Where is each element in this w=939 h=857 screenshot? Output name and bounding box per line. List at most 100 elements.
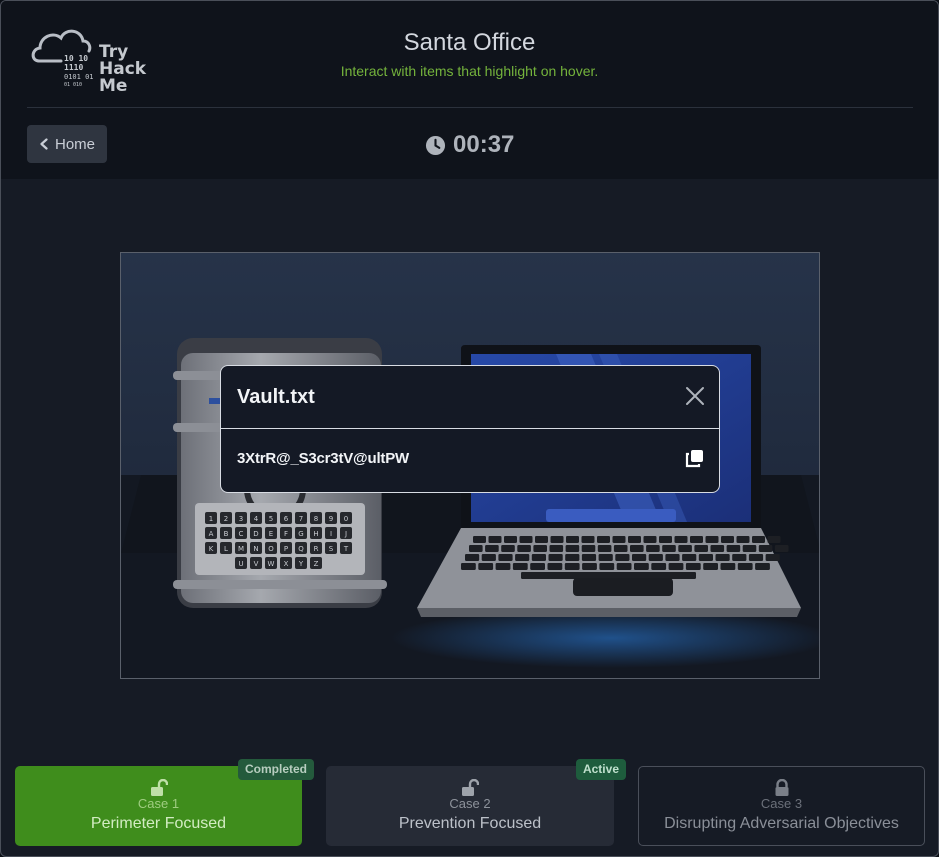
keypad-key-label: V	[254, 560, 259, 568]
laptop-key	[678, 545, 692, 552]
page-subtitle: Interact with items that highlight on ho…	[340, 63, 599, 79]
laptop-key	[698, 554, 713, 561]
logo-binary-4: 01 010	[64, 82, 82, 88]
close-icon[interactable]	[683, 384, 707, 408]
keypad-key-label: Y	[298, 560, 304, 568]
laptop-key	[565, 545, 580, 552]
laptop-key	[566, 536, 579, 543]
dialog-divider	[221, 428, 719, 429]
laptop-spacebar	[521, 572, 696, 579]
laptop-key	[752, 536, 765, 543]
case-number: Case 3	[760, 796, 803, 811]
laptop-key	[748, 554, 764, 561]
case-number: Case 1	[137, 796, 180, 811]
keypad-key-label: Z	[314, 560, 319, 568]
laptop-key	[634, 563, 649, 570]
laptop-key	[732, 554, 747, 561]
case-badge-active: Active	[575, 759, 626, 780]
laptop-key	[478, 563, 494, 570]
laptop-key	[690, 536, 703, 543]
keypad-key-label: W	[268, 560, 275, 568]
laptop-key	[564, 563, 580, 570]
laptop-key	[742, 545, 757, 552]
laptop-key	[659, 536, 672, 543]
keypad-key-label: H	[313, 530, 318, 538]
laptop-key	[597, 545, 612, 552]
page-title: Santa Office	[403, 29, 536, 56]
keypad-key-label: S	[329, 545, 334, 553]
keypad-key-label: B	[224, 530, 229, 538]
laptop-key	[685, 563, 701, 570]
keypad-key-label: K	[209, 545, 214, 553]
laptop-key	[615, 554, 630, 561]
laptop-key	[498, 554, 513, 561]
copy-icon[interactable]	[685, 448, 705, 468]
laptop-key	[643, 536, 657, 543]
laptop-key	[515, 554, 530, 561]
laptop-key	[710, 545, 725, 552]
laptop-key	[682, 554, 697, 561]
keypad-key-label: C	[239, 530, 244, 538]
laptop-key	[517, 545, 531, 552]
laptop-key	[547, 563, 563, 570]
header-divider	[27, 107, 913, 108]
vault-password: 3XtrR@_S3cr3tV@ultPW	[237, 450, 409, 467]
laptop-key	[668, 563, 684, 570]
laptop-key	[767, 536, 781, 543]
laptop-key	[598, 554, 613, 561]
case-card-1[interactable]: Completed Case 1 Perimeter Focused	[15, 759, 314, 846]
home-button-label: Home	[54, 135, 95, 153]
unlocked-icon	[462, 779, 479, 796]
keypad-key-label: O	[268, 545, 274, 553]
laptop-key	[549, 545, 564, 552]
laptop-key	[550, 536, 564, 543]
app-window: 10 10 1110 0101 01 01 010 Try Hack Me Sa…	[0, 0, 939, 857]
laptop-key	[469, 545, 483, 552]
case-card-2[interactable]: Active Case 2 Prevention Focused	[326, 759, 626, 846]
keypad-key-label: 5	[269, 515, 273, 523]
laptop-key	[646, 545, 660, 552]
laptop-key	[485, 545, 499, 552]
laptop-key	[501, 545, 515, 552]
laptop-key	[726, 545, 741, 552]
keypad-key-label: I	[330, 530, 332, 538]
laptop-key	[612, 536, 626, 543]
laptop-key	[665, 554, 680, 561]
case-name: Disrupting Adversarial Objectives	[664, 815, 899, 832]
keypad-key-label: Q	[298, 545, 304, 553]
laptop-key	[628, 536, 641, 543]
lock-icon	[775, 779, 788, 796]
keypad-key-label: D	[253, 530, 258, 538]
keypad-key-label: 0	[344, 515, 348, 523]
laptop-key	[581, 545, 596, 552]
timer: 00:37	[425, 131, 514, 159]
case-card-3: Case 3 Disrupting Adversarial Objectives	[638, 766, 925, 846]
laptop-key	[632, 554, 647, 561]
vault-dialog: Vault.txt 3XtrR@_S3cr3tV@ultPW	[220, 365, 720, 493]
laptop-key	[465, 554, 480, 561]
clock-icon	[425, 135, 446, 155]
case-name: Prevention Focused	[398, 815, 542, 832]
keypad-key-label: N	[253, 545, 258, 553]
keypad-key-label: R	[314, 545, 319, 553]
laptop-key	[630, 545, 644, 552]
laptop-key	[519, 536, 533, 543]
keypad-key-label: A	[209, 530, 214, 538]
keypad-key-label: G	[298, 530, 303, 538]
laptop-key	[662, 545, 676, 552]
laptop-key	[720, 563, 736, 570]
laptop-key	[565, 554, 580, 561]
laptop-key	[674, 536, 688, 543]
keypad-key-label: J	[344, 530, 347, 538]
laptop-key	[530, 563, 545, 570]
keypad-key-label: 1	[209, 515, 213, 523]
dialog-title: Vault.txt	[237, 386, 315, 408]
home-button[interactable]: Home	[27, 125, 107, 163]
header: 10 10 1110 0101 01 01 010 Try Hack Me Sa…	[1, 1, 938, 179]
keypad-key-label: 3	[239, 515, 243, 523]
laptop-key	[548, 554, 563, 561]
laptop-key	[461, 563, 476, 570]
laptop-key	[495, 563, 511, 570]
keypad-key-label: 2	[224, 515, 228, 523]
laptop-key	[736, 536, 750, 543]
